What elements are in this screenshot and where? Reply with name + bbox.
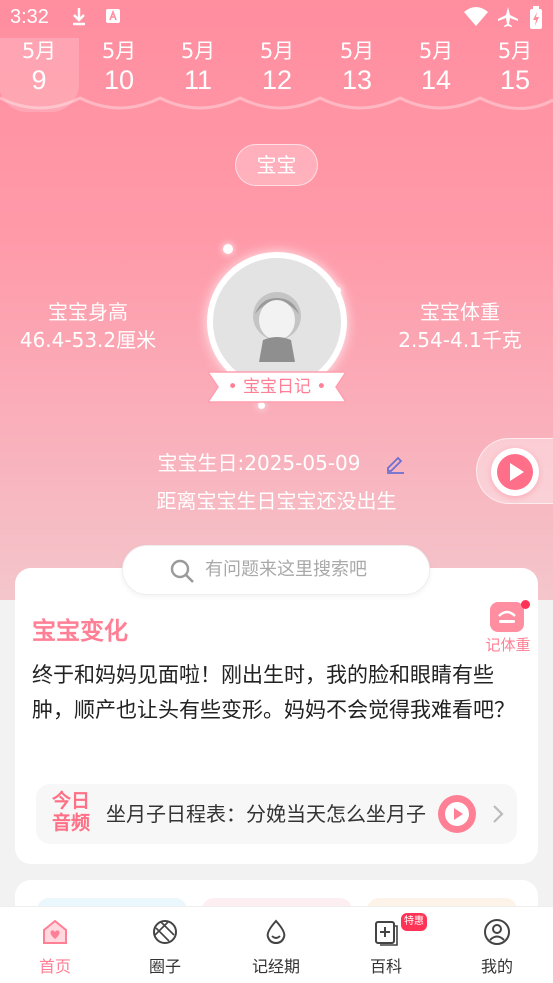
birthday-text: 宝宝生日:2025-05-09 xyxy=(157,451,361,475)
chevron-right-icon xyxy=(493,805,504,823)
battery-icon xyxy=(529,6,543,36)
record-weight-button[interactable]: 记体重 xyxy=(480,598,536,658)
date-month: 5月 xyxy=(418,39,454,63)
status-time: 3:32 xyxy=(10,6,49,28)
record-weight-label: 记体重 xyxy=(485,636,531,654)
baby-diary-ribbon[interactable]: • 宝宝日记 • xyxy=(208,370,346,404)
status-bar: 3:32 xyxy=(0,0,553,36)
diary-label: • 宝宝日记 • xyxy=(227,377,327,397)
nav-circle-label: 圈子 xyxy=(148,957,181,976)
drop-icon xyxy=(266,919,286,945)
scale-icon xyxy=(490,602,524,632)
nav-mine-label: 我的 xyxy=(480,957,513,976)
badge-line2: 音频 xyxy=(51,812,90,834)
nav-period[interactable]: 记经期 xyxy=(221,907,331,983)
card-body-text: 终于和妈妈见面啦！刚出生时，我的脸和眼睛有些肿，顺产也让头有些变形。妈妈不会觉得… xyxy=(32,663,515,722)
date-strip-wave xyxy=(0,96,553,110)
nav-period-label: 记经期 xyxy=(251,957,300,976)
search-icon xyxy=(170,559,194,583)
audio-play-icon[interactable] xyxy=(438,795,476,833)
date-month: 5月 xyxy=(259,39,295,63)
daily-audio-badge: 今日 音频 xyxy=(48,790,94,838)
baby-height-stat: 宝宝身高 46.4-53.2厘米 xyxy=(18,298,158,354)
baby-tag[interactable]: 宝宝 xyxy=(235,144,318,186)
nav-home-label: 首页 xyxy=(38,957,71,976)
home-icon xyxy=(43,919,67,944)
birthday-countdown: 距离宝宝生日宝宝还没出生 xyxy=(156,489,397,513)
search-input[interactable]: 有问题来这里搜索吧 xyxy=(122,545,430,595)
circle-community-icon xyxy=(153,920,177,944)
nav-circle[interactable]: 圈子 xyxy=(110,907,220,983)
nav-encyclopedia-label: 百科 xyxy=(369,957,402,976)
date-month: 5月 xyxy=(101,39,137,63)
app-notification-icon xyxy=(104,6,122,32)
badge-line1: 今日 xyxy=(51,790,90,812)
date-month: 5月 xyxy=(180,39,216,63)
user-icon xyxy=(484,919,510,945)
download-icon xyxy=(70,6,88,32)
height-label: 宝宝身高 xyxy=(48,300,128,324)
wifi-icon xyxy=(463,6,489,34)
play-icon xyxy=(491,448,539,496)
book-icon xyxy=(375,921,398,946)
daily-audio-row[interactable]: 今日 音频 坐月子日程表：分娩当天怎么坐月子 xyxy=(36,784,517,844)
floating-play-button[interactable] xyxy=(476,438,553,504)
date-month: 5月 xyxy=(21,39,57,63)
bottom-nav: 首页 圈子 记经期 百科 我的 xyxy=(0,906,553,983)
baby-weight-stat: 宝宝体重 2.54-4.1千克 xyxy=(395,298,525,354)
birthday-row: 宝宝生日:2025-05-09 xyxy=(0,448,553,478)
weight-label: 宝宝体重 xyxy=(420,300,500,324)
edit-birthday-icon[interactable] xyxy=(384,452,406,474)
nav-mine[interactable]: 我的 xyxy=(442,907,552,983)
notification-dot xyxy=(521,600,530,609)
nav-home[interactable]: 首页 xyxy=(0,907,110,983)
avatar-placeholder xyxy=(213,258,341,386)
search-placeholder: 有问题来这里搜索吧 xyxy=(205,559,367,580)
airplane-mode-icon xyxy=(496,6,520,34)
date-month: 5月 xyxy=(339,39,375,63)
card-title: 宝宝变化 xyxy=(32,617,128,645)
audio-title: 坐月子日程表：分娩当天怎么坐月子 xyxy=(106,802,426,826)
date-month: 5月 xyxy=(497,39,533,63)
special-offer-badge: 特惠 xyxy=(401,913,427,931)
height-value: 46.4-53.2厘米 xyxy=(19,328,157,352)
baby-silhouette-icon xyxy=(253,292,301,362)
weight-value: 2.54-4.1千克 xyxy=(398,328,522,352)
